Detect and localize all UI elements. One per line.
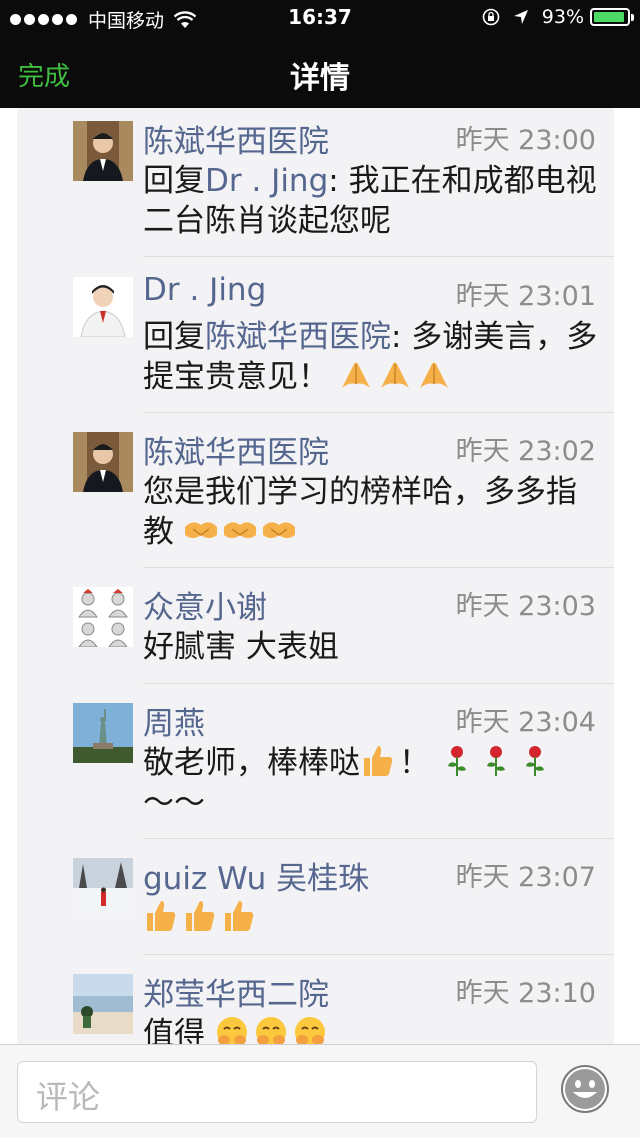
- battery-icon: [590, 8, 634, 26]
- handshake-emoji: [262, 522, 295, 538]
- reply-prefix: 回复: [143, 319, 205, 355]
- emoji-row: [430, 745, 557, 781]
- comment-item[interactable]: 周燕 昨天 23:04 敬老师，棒棒哒 ！ ～～: [17, 696, 614, 846]
- commenter-name[interactable]: 陈斌华西医院: [143, 116, 329, 161]
- doctor-avatar[interactable]: [73, 277, 133, 337]
- comment-item[interactable]: 陈斌华西医院 昨天 23:02 您是我们学习的榜样哈，多多指教: [17, 425, 614, 575]
- folded-hands-emoji: [380, 362, 409, 388]
- comment-time: 昨天 23:00: [455, 125, 596, 156]
- folded-hands-emoji: [419, 362, 448, 388]
- divider: [143, 683, 614, 684]
- comment-text: 回复陈斌华西医院: 多谢美言，多提宝贵意见！: [143, 317, 603, 397]
- comment-time: 昨天 23:02: [455, 436, 596, 467]
- comment-time: 昨天 23:03: [455, 591, 596, 622]
- comment-time: 昨天 23:01: [455, 281, 596, 312]
- comment-body: 值得: [143, 1016, 205, 1044]
- comment-item[interactable]: 郑莹华西二院 昨天 23:10 值得: [17, 967, 614, 1044]
- comment-input-bar: 评论: [0, 1044, 640, 1138]
- comment-time: 昨天 23:07: [455, 862, 596, 893]
- comment-item[interactable]: 陈斌华西医院 昨天 23:00 回复Dr . Jing: 我正在和成都电视二台陈…: [17, 114, 614, 264]
- divider: [143, 412, 614, 413]
- comment-item[interactable]: guiz Wu 吴桂珠 昨天 23:07: [17, 851, 614, 961]
- battery-level: [594, 12, 624, 22]
- beach-avatar[interactable]: [73, 974, 133, 1034]
- status-bar: 中国移动 16:37 93%: [0, 0, 640, 36]
- rotation-lock-icon: [482, 8, 500, 26]
- reply-to-name[interactable]: 陈斌华西医院: [205, 319, 391, 355]
- statue-liberty-avatar[interactable]: [73, 703, 133, 763]
- commenter-name[interactable]: 陈斌华西医院: [143, 427, 329, 472]
- rose-emoji: [486, 746, 505, 776]
- emoji-row: [205, 1016, 332, 1044]
- comment-text: 回复Dr . Jing: 我正在和成都电视二台陈肖谈起您呢: [143, 161, 603, 241]
- divider: [143, 838, 614, 839]
- reply-prefix: 回复: [143, 163, 205, 199]
- rose-emoji: [447, 746, 466, 776]
- handshake-emoji: [184, 522, 217, 538]
- comment-body-end: ～～: [143, 785, 205, 821]
- handshake-emoji: [223, 522, 256, 538]
- commenter-name[interactable]: 周燕: [143, 698, 205, 743]
- comment-time: 昨天 23:10: [455, 978, 596, 1009]
- comment-text: 好腻害 大表姐: [143, 627, 603, 667]
- thumbs-up-emoji: [225, 901, 254, 931]
- man-suit-avatar[interactable]: [73, 121, 133, 181]
- folded-hands-emoji: [341, 362, 370, 388]
- commenter-name[interactable]: Dr . Jing: [143, 272, 266, 308]
- emoji-row: [143, 900, 260, 936]
- thumbs-up-emoji: [364, 746, 393, 776]
- divider: [143, 256, 614, 257]
- emoji-row: [329, 359, 456, 395]
- rose-emoji: [525, 746, 544, 776]
- comments-panel[interactable]: 陈斌华西医院 昨天 23:00 回复Dr . Jing: 我正在和成都电视二台陈…: [17, 108, 614, 1044]
- emoji-row: [174, 514, 301, 550]
- comment-text: [143, 898, 603, 938]
- battery-percent: 93%: [541, 6, 584, 28]
- divider: [143, 954, 614, 955]
- comment-input[interactable]: 评论: [17, 1061, 537, 1123]
- commenter-name[interactable]: 众意小谢: [143, 582, 267, 627]
- man-suit-avatar[interactable]: [73, 432, 133, 492]
- comment-item[interactable]: 众意小谢 昨天 23:03 好腻害 大表姐: [17, 580, 614, 690]
- snow-landscape-avatar[interactable]: [73, 858, 133, 918]
- comment-body-after-emoji: ！: [399, 745, 430, 781]
- location-arrow-icon: [513, 10, 528, 24]
- divider: [143, 567, 614, 568]
- thumbs-up-emoji: [186, 901, 215, 931]
- navigation-bar: 完成 详情: [0, 36, 640, 108]
- comment-time: 昨天 23:04: [455, 707, 596, 738]
- commenter-name[interactable]: 郑莹华西二院: [143, 969, 329, 1014]
- comment-text: 值得: [143, 1014, 603, 1044]
- comment-item[interactable]: Dr . Jing 昨天 23:01 回复陈斌华西医院: 多谢美言，多提宝贵意见…: [17, 270, 614, 420]
- page-title: 详情: [290, 61, 350, 96]
- blush-hands-emoji: [294, 1017, 325, 1044]
- emoji-button-icon[interactable]: [560, 1064, 610, 1114]
- thumbs-up-emoji: [147, 901, 176, 931]
- blush-hands-emoji: [216, 1017, 247, 1044]
- comment-text: 您是我们学习的榜样哈，多多指教: [143, 472, 603, 552]
- sketch-grid-avatar[interactable]: [73, 587, 133, 647]
- commenter-name[interactable]: guiz Wu 吴桂珠: [143, 853, 369, 898]
- reply-to-name[interactable]: Dr . Jing: [205, 163, 328, 199]
- comment-body: 敬老师，棒棒哒: [143, 745, 360, 781]
- comment-body: 好腻害 大表姐: [143, 629, 339, 665]
- top-bar: 中国移动 16:37 93% 完成 详情: [0, 0, 640, 108]
- comment-text: 敬老师，棒棒哒 ！ ～～: [143, 743, 603, 823]
- blush-hands-emoji: [255, 1017, 286, 1044]
